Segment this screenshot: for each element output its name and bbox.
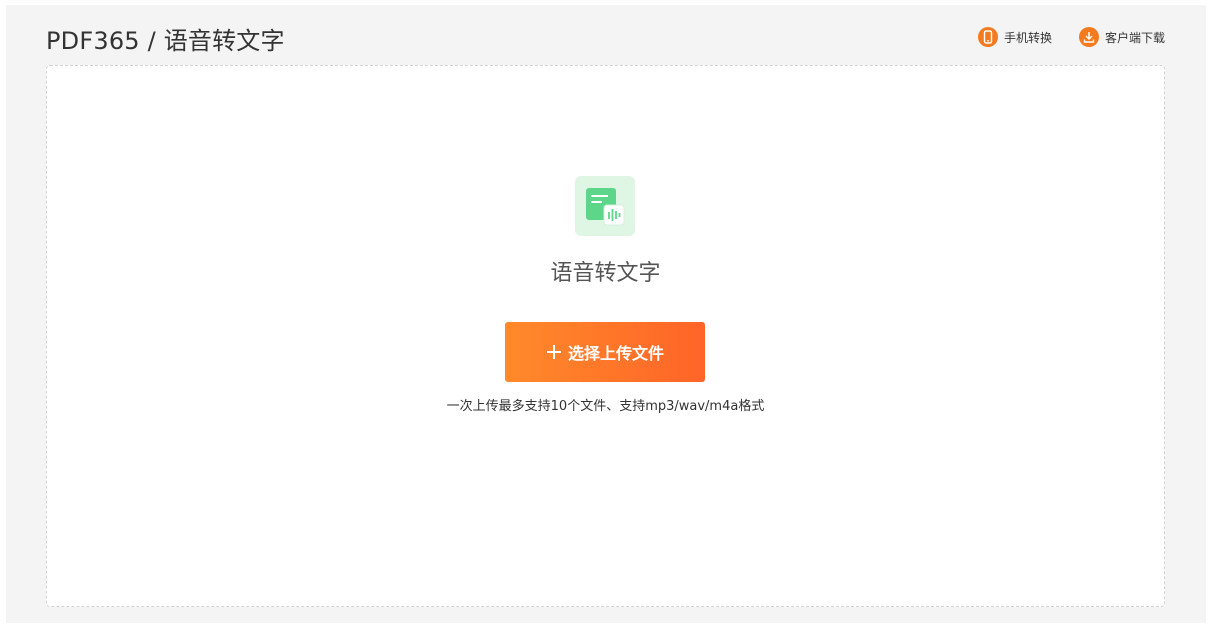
header-actions: 手机转换 客户端下载 xyxy=(951,27,1165,47)
select-upload-file-button[interactable]: 选择上传文件 xyxy=(505,322,705,382)
phone-icon xyxy=(977,27,998,47)
upload-drop-zone[interactable]: 语音转文字 选择上传文件 一次上传最多支持10个文件、支持mp3/wav/m4a… xyxy=(46,65,1165,607)
voice-document-icon xyxy=(575,176,635,236)
upload-hint: 一次上传最多支持10个文件、支持mp3/wav/m4a格式 xyxy=(446,399,765,414)
plus-icon xyxy=(546,344,562,360)
page-title: PDF365 / 语音转文字 xyxy=(46,27,285,55)
client-download-label: 客户端下载 xyxy=(1104,30,1165,45)
upload-button-label: 选择上传文件 xyxy=(567,344,664,363)
tool-title: 语音转文字 xyxy=(550,261,661,286)
client-download-link[interactable]: 客户端下载 xyxy=(1078,27,1165,47)
mobile-convert-label: 手机转换 xyxy=(1003,30,1052,45)
download-icon xyxy=(1078,27,1099,47)
app-frame: PDF365 / 语音转文字 手机转换 客户端下载 语音转文字 选择上传文件 一… xyxy=(6,5,1206,623)
mobile-convert-link[interactable]: 手机转换 xyxy=(977,27,1052,47)
